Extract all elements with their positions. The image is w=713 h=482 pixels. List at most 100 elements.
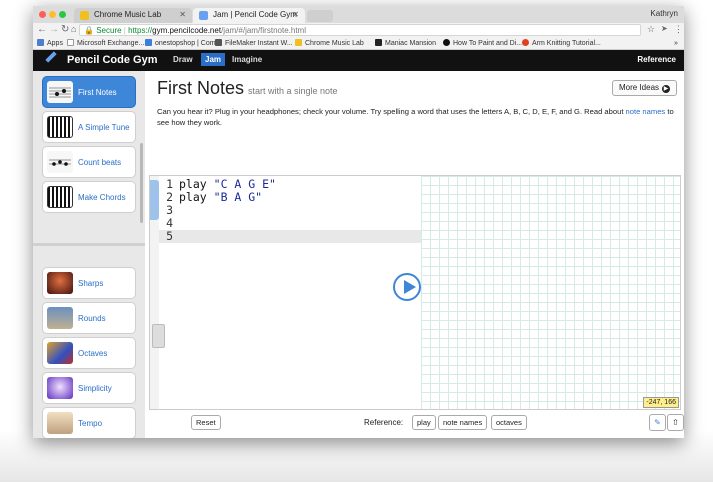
piano-keys-icon — [47, 186, 73, 208]
code-editor-panel[interactable]: 1 play "C A G E" 2 play "B A G" 3 4 5 -247… — [149, 175, 681, 410]
sidebar-item-a-simple-tune[interactable]: A Simple Tune — [42, 111, 136, 143]
filemaker-icon — [215, 39, 222, 46]
bookmark-filemaker[interactable]: FileMaker Instant W... — [215, 39, 293, 48]
sidebar-divider — [33, 243, 145, 246]
bookmarks-overflow-button[interactable]: » — [674, 39, 678, 48]
sidebar-item-tempo[interactable]: Tempo — [42, 407, 136, 438]
coordinate-readout: -247, 166 — [643, 397, 679, 408]
sidebar-item-label: A Simple Tune — [78, 123, 130, 132]
lesson-title: First Notes — [157, 78, 245, 98]
music-lab-icon — [295, 39, 302, 46]
cursor-extension-icon[interactable]: ➤ — [661, 24, 668, 33]
sidebar-item-sharps[interactable]: Sharps — [42, 267, 136, 299]
tab-jam-pencil-code[interactable]: Jam | Pencil Code Gym ✕ — [193, 8, 305, 23]
tab-bar: Chrome Music Lab ✕ Jam | Pencil Code Gym… — [33, 6, 684, 24]
bookmark-onestopshop[interactable]: onestopshop | Com... — [145, 39, 221, 48]
edit-pencil-icon[interactable]: ✎ — [649, 414, 666, 431]
editor-bottom-bar: Reset Reference: play note names octaves… — [145, 408, 684, 438]
sidebar-item-count-beats[interactable]: Count beats — [42, 146, 136, 178]
reference-label: Reference: — [364, 418, 404, 427]
ref-note-names-button[interactable]: note names — [438, 415, 488, 430]
sidebar-item-label: First Notes — [78, 88, 117, 97]
more-ideas-label: More Ideas — [619, 83, 660, 92]
bookmark-arm-knitting[interactable]: Arm Knitting Tutorial... — [522, 39, 601, 48]
url-bar[interactable]: 🔒 Secure | https://gym.pencilcode.net/ja… — [79, 24, 641, 36]
bookmark-microsoft-exchange[interactable]: Microsoft Exchange... — [67, 39, 144, 48]
rhythm-notes-icon — [47, 151, 73, 173]
staff-notes-icon — [47, 81, 73, 103]
code-line[interactable]: 3 — [159, 204, 421, 217]
pencil-logo-icon — [45, 51, 57, 63]
address-toolbar: ← → ↻ ⌂ 🔒 Secure | https://gym.pencilcod… — [33, 23, 684, 38]
sidebar-item-label: Sharps — [78, 279, 104, 288]
new-tab-button[interactable] — [307, 10, 333, 22]
bookmark-how-to-paint[interactable]: How To Paint and Di... — [443, 39, 522, 48]
concert-photo-icon — [47, 272, 73, 294]
url-scheme: https:// — [128, 26, 153, 35]
blocks-toggle-tab[interactable] — [150, 180, 159, 220]
building-photo-icon — [47, 307, 73, 329]
more-ideas-button[interactable]: More Ideas ▶ — [612, 80, 678, 96]
bookmark-chrome-music-lab[interactable]: Chrome Music Lab — [295, 39, 364, 48]
chrome-menu-icon[interactable]: ⋮ — [674, 24, 683, 35]
lock-icon: 🔒 — [84, 26, 94, 35]
turtle-canvas[interactable]: -247, 166 — [421, 176, 680, 409]
paint-site-icon — [443, 39, 450, 46]
screenshot-stage: Chrome Music Lab ✕ Jam | Pencil Code Gym… — [0, 0, 713, 482]
code-line-current[interactable]: 5 — [159, 230, 421, 243]
sidebar-item-label: Make Chords — [78, 193, 126, 202]
sidebar-item-label: Octaves — [78, 349, 108, 358]
code-line[interactable]: 2 play "B A G" — [159, 191, 421, 204]
code-line[interactable]: 4 — [159, 217, 421, 230]
reload-icon[interactable]: ↻ — [61, 24, 69, 35]
url-domain: gym.pencilcode.net — [152, 26, 222, 35]
sidebar-item-simplicity[interactable]: Simplicity — [42, 372, 136, 404]
bookmark-apps[interactable]: Apps — [37, 39, 63, 48]
sidebar-item-rounds[interactable]: Rounds — [42, 302, 136, 334]
tab-title: Jam | Pencil Code Gym — [213, 10, 297, 19]
nav-imagine[interactable]: Imagine — [232, 55, 262, 64]
onestopshop-icon — [145, 39, 152, 46]
close-tab-icon[interactable]: ✕ — [292, 10, 299, 19]
bookmark-maniac-mansion[interactable]: Maniac Mansion — [375, 39, 436, 48]
sidebar-scrollbar[interactable] — [140, 143, 143, 223]
tab-title: Chrome Music Lab — [94, 10, 162, 19]
sidebar-item-label: Count beats — [78, 158, 122, 167]
code-lines[interactable]: 1 play "C A G E" 2 play "B A G" 3 4 5 — [159, 178, 421, 243]
sidebar-item-first-notes[interactable]: First Notes — [42, 76, 136, 108]
profile-name[interactable]: Kathryn — [650, 9, 678, 18]
tab-chrome-music-lab[interactable]: Chrome Music Lab ✕ — [74, 8, 192, 23]
note-names-link[interactable]: note names — [626, 107, 666, 116]
dancer-photo-icon — [47, 377, 73, 399]
lesson-subtitle: start with a single note — [248, 86, 338, 96]
block-mode-button[interactable] — [152, 324, 165, 348]
lesson-sidebar[interactable]: First Notes A Simple Tune Count beats Ma… — [33, 71, 145, 438]
back-arrow-icon[interactable]: ← — [37, 24, 47, 35]
minimize-window-button[interactable] — [49, 11, 56, 18]
zoom-window-button[interactable] — [59, 11, 66, 18]
home-icon[interactable]: ⌂ — [71, 24, 76, 34]
maniac-mansion-icon — [375, 39, 382, 46]
sidebar-item-make-chords[interactable]: Make Chords — [42, 181, 136, 213]
sidebar-item-label: Rounds — [78, 314, 106, 323]
brand-title[interactable]: Pencil Code Gym — [67, 54, 157, 66]
bookmark-star-icon[interactable]: ☆ — [647, 24, 655, 35]
share-cloud-icon[interactable]: ⇧ — [667, 414, 684, 431]
close-window-button[interactable] — [39, 11, 46, 18]
nav-draw[interactable]: Draw — [173, 55, 193, 64]
chrome-music-lab-favicon-icon — [80, 11, 89, 20]
run-play-button[interactable] — [393, 273, 421, 301]
ref-octaves-button[interactable]: octaves — [491, 415, 527, 430]
sidebar-item-octaves[interactable]: Octaves — [42, 337, 136, 369]
close-tab-icon[interactable]: ✕ — [179, 10, 186, 19]
reset-button[interactable]: Reset — [191, 415, 221, 430]
reference-link[interactable]: Reference — [637, 55, 676, 64]
nav-jam[interactable]: Jam — [201, 53, 226, 66]
forward-arrow-icon[interactable]: → — [49, 24, 59, 35]
knitting-site-icon — [522, 39, 529, 46]
arrow-right-circle-icon: ▶ — [662, 85, 671, 93]
sidebar-item-label: Tempo — [78, 419, 103, 428]
browser-window: Chrome Music Lab ✕ Jam | Pencil Code Gym… — [33, 6, 684, 438]
piano-keys-icon — [47, 116, 73, 138]
ref-play-button[interactable]: play — [412, 415, 436, 430]
